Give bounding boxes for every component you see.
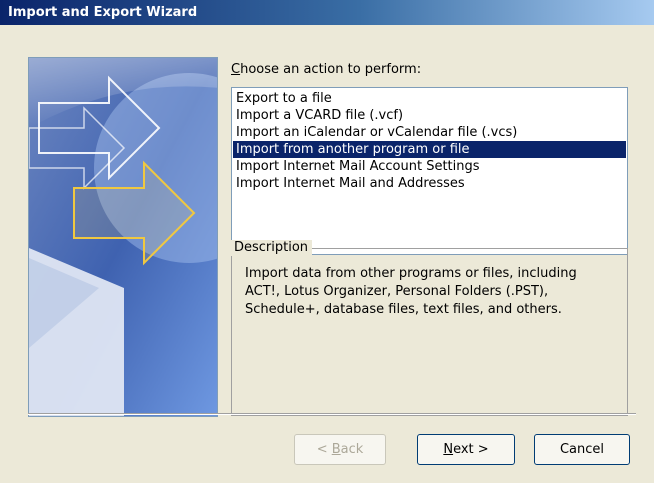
prompt-text: hoose an action to perform: <box>240 62 422 77</box>
wizard-body: Choose an action to perform: Export to a… <box>0 25 654 483</box>
action-list-item[interactable]: Import a VCARD file (.vcf) <box>233 107 626 124</box>
description-legend: Description <box>230 240 313 256</box>
action-list-item[interactable]: Import Internet Mail Account Settings <box>233 158 626 175</box>
title-bar: Import and Export Wizard <box>0 0 654 25</box>
cancel-button[interactable]: Cancel <box>534 434 630 465</box>
back-button-prefix: < <box>316 442 332 457</box>
prompt-mnemonic: C <box>231 62 241 77</box>
wizard-side-graphic <box>28 57 218 417</box>
back-button-label: ack <box>340 442 364 457</box>
next-button-label: ext > <box>453 442 489 457</box>
action-list-item[interactable]: Import Internet Mail and Addresses <box>233 175 626 192</box>
description-text: Import data from other programs or files… <box>245 266 577 317</box>
action-list-item[interactable]: Export to a file <box>233 90 626 107</box>
cancel-button-label: Cancel <box>559 442 605 457</box>
action-prompt-label: Choose an action to perform: <box>231 62 421 77</box>
window-title: Import and Export Wizard <box>8 5 198 20</box>
import-export-arrows-illustration <box>29 58 217 416</box>
button-separator <box>28 413 636 415</box>
back-button-mnemonic: B <box>331 442 341 457</box>
back-button[interactable]: < Back <box>294 434 386 465</box>
action-list-item[interactable]: Import from another program or file <box>233 141 626 158</box>
next-button-mnemonic: N <box>443 442 454 457</box>
action-listbox[interactable]: Export to a file Import a VCARD file (.vc… <box>231 87 628 255</box>
action-list-item[interactable]: Import an iCalendar or vCalendar file (.… <box>233 124 626 141</box>
next-button[interactable]: Next > <box>417 434 515 465</box>
